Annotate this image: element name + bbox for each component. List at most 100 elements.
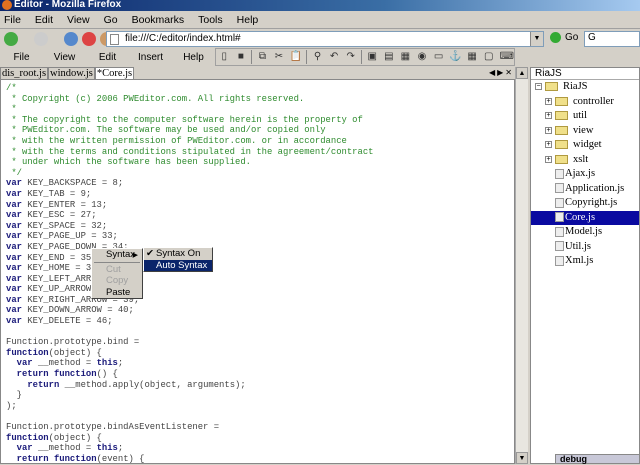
search-box[interactable]: G [584,31,640,47]
anchor-icon[interactable]: ⚓ [449,51,461,63]
code-text: (object) { [48,347,102,358]
reload-icon[interactable] [64,32,78,46]
code-keyword: var [6,273,22,284]
editor-toolbar: ▯ ■ ⧉ ✂ 📋 ⚲ ↶ ↷ ▣ ▤ ▦ ◉ ▭ ⚓ ▦ ▢ ⌨ [215,48,515,66]
context-item-copy: Copy [106,275,129,286]
expand-icon[interactable]: + [545,126,552,134]
editor-scrollbar[interactable]: ▲ ▼ [515,67,528,464]
code-keyword: var [6,231,22,242]
tree-file-label: Ajax.js [565,168,596,179]
context-item-cut: Cut [106,263,121,275]
code-line: var KEY_ENTER = 13; [6,200,514,211]
tree-folder-widget[interactable]: + widget [531,138,639,153]
scroll-up-button[interactable]: ▲ [516,67,528,79]
tree-file-label: Application.js [565,182,625,194]
form-icon[interactable]: ▭ [433,51,445,63]
menu-file[interactable]: File [4,14,21,26]
editor-menu-file[interactable]: File [0,52,43,63]
js-file-icon [555,241,564,252]
address-bar[interactable]: file:///C:/editor/index.html# ▼ [106,31,544,47]
code-keyword: return [27,379,60,390]
tab-window-js[interactable]: window.js [48,67,95,79]
expand-icon[interactable]: + [545,155,552,163]
image-icon[interactable]: ▣ [366,51,378,63]
menu-view[interactable]: View [67,14,90,26]
editor-menu-view[interactable]: View [43,52,86,63]
keyboard-icon[interactable]: ⌨ [500,51,514,63]
undo-icon[interactable]: ↶ [328,51,340,63]
tree-file[interactable]: Application.js [531,182,639,197]
go-button[interactable]: Go [550,32,578,43]
frame-icon[interactable]: ▦ [400,51,412,63]
code-content[interactable]: /* * Copyright (c) 2006 PWEditor.com. Al… [6,83,514,464]
context-item-paste[interactable]: Paste [92,287,142,299]
tree-folder-view[interactable]: + view [531,124,639,139]
code-comment: /* [6,83,17,93]
stop-icon[interactable] [82,32,96,46]
tree-file[interactable]: Xml.js [531,254,639,269]
menu-go[interactable]: Go [104,14,118,26]
code-line: * under which the software has been supp… [6,157,514,168]
expand-icon[interactable]: + [545,112,552,120]
menu-separator [94,261,140,263]
code-line: Function.prototype.bind = [6,337,514,348]
code-text: (event) { [96,453,145,464]
tree-file[interactable]: Util.js [531,240,639,255]
calendar-icon[interactable]: ▦ [466,51,478,63]
table-icon[interactable]: ▤ [383,51,395,63]
firefox-icon [2,0,12,10]
debug-tab[interactable]: debug [555,454,640,464]
forward-icon[interactable] [34,32,48,46]
tree-folder-util[interactable]: + util [531,109,639,124]
tab-dis-root-js[interactable]: dis_root.js [0,67,49,79]
tab-nav-controls[interactable]: ◀▶✕ [489,67,514,78]
code-text: Function.prototype.bind = [6,337,140,348]
editor-menu-insert[interactable]: Insert [129,52,172,63]
save-icon[interactable]: ■ [235,51,247,63]
code-editor[interactable]: /* * Copyright (c) 2006 PWEditor.com. Al… [0,79,515,464]
url-dropdown-button[interactable]: ▼ [530,32,543,46]
tree-file[interactable]: Ajax.js [531,167,639,182]
tab--core-js[interactable]: *Core.js [94,67,135,79]
folder-icon [555,140,568,150]
editor-menu-help[interactable]: Help [172,52,215,63]
menu-tools[interactable]: Tools [198,14,223,26]
copy-icon[interactable]: ⧉ [257,51,269,63]
redo-icon[interactable]: ↷ [345,51,357,63]
code-text: KEY_BACKSPACE = 8; [21,178,124,189]
menu-bookmarks[interactable]: Bookmarks [132,14,185,26]
submenu-item-auto-syntax[interactable]: Auto Syntax [144,259,212,271]
new-icon[interactable]: ▯ [219,51,231,63]
code-keyword: this [96,358,118,369]
tree-file[interactable]: Model.js [531,225,639,240]
url-text: file:///C:/editor/index.html# [125,33,241,44]
expand-icon[interactable]: + [545,141,552,149]
toolbar-separator [306,50,308,64]
tree-root[interactable]: − RiaJS [531,80,639,95]
scroll-down-button[interactable]: ▼ [516,452,528,464]
menu-help[interactable]: Help [237,14,259,26]
tree-folder-controller[interactable]: + controller [531,95,639,110]
code-line: Function.prototype.bindAsEventListener = [6,422,514,433]
js-file-icon [555,168,564,179]
editor-menu-edit[interactable]: Edit [86,52,129,63]
tree-folder-xslt[interactable]: + xslt [531,153,639,168]
js-file-icon [555,255,564,266]
paste-icon[interactable]: 📋 [290,51,302,63]
find-icon[interactable]: ⚲ [312,51,324,63]
globe-icon[interactable]: ◉ [416,51,428,63]
tree-file[interactable]: Copyright.js [531,196,639,211]
submenu-item-syntax-on[interactable]: ✔ Syntax On [144,248,212,260]
folder-open-icon [545,82,558,92]
collapse-icon[interactable]: − [535,83,542,91]
expand-icon[interactable]: + [545,97,552,105]
code-comment: * The copyright to the computer software… [6,114,363,125]
preview-icon[interactable]: ▢ [483,51,495,63]
back-icon[interactable] [4,32,18,46]
code-comment: * Copyright (c) 2006 PWEditor.com. All r… [6,93,305,104]
tree-file[interactable]: Core.js [531,210,639,225]
cut-icon[interactable]: ✂ [273,51,285,63]
menu-edit[interactable]: Edit [35,14,53,26]
